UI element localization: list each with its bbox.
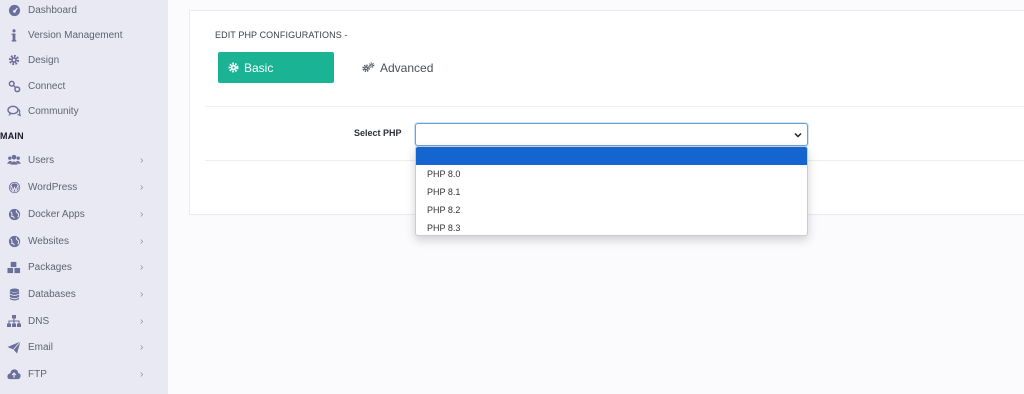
chevron-right-icon: › bbox=[140, 288, 144, 300]
chevron-right-icon: › bbox=[140, 261, 144, 273]
sidebar-item-packages[interactable]: Packages › bbox=[0, 255, 168, 279]
gear-icon bbox=[228, 62, 239, 73]
sidebar-item-design[interactable]: Design bbox=[0, 48, 168, 72]
sidebar-item-label: Packages bbox=[28, 261, 72, 273]
sidebar-item-label: Dashboard bbox=[28, 4, 77, 16]
sidebar-item-label: Websites bbox=[28, 235, 69, 247]
option-php-8-2[interactable]: PHP 8.2 bbox=[416, 201, 807, 219]
option-php-8-1[interactable]: PHP 8.1 bbox=[416, 183, 807, 201]
chevron-right-icon: › bbox=[140, 315, 144, 327]
page-title: EDIT PHP CONFIGURATIONS - bbox=[215, 30, 348, 40]
tab-basic[interactable]: Basic bbox=[218, 52, 334, 83]
sidebar-item-version-management[interactable]: Version Management bbox=[0, 23, 168, 47]
sidebar-item-databases[interactable]: Databases › bbox=[0, 282, 168, 306]
sidebar: Dashboard Version Management Design Conn… bbox=[0, 0, 168, 394]
divider bbox=[205, 106, 1024, 107]
sidebar-item-label: Users bbox=[28, 154, 55, 166]
sidebar-item-users[interactable]: Users › bbox=[0, 148, 168, 172]
sidebar-item-community[interactable]: Community bbox=[0, 99, 168, 123]
chevron-right-icon: › bbox=[140, 341, 144, 353]
sidebar-item-connect[interactable]: Connect bbox=[0, 74, 168, 98]
sidebar-item-label: WordPress bbox=[28, 181, 78, 193]
sidebar-item-label: Databases bbox=[28, 288, 76, 300]
sidebar-item-label: FTP bbox=[28, 368, 47, 380]
tab-advanced-label: Advanced bbox=[380, 60, 434, 75]
gears-icon bbox=[362, 62, 375, 73]
wordpress-icon bbox=[7, 180, 21, 194]
dashboard-icon bbox=[7, 3, 21, 17]
select-php-dropdown[interactable] bbox=[415, 123, 808, 146]
chevron-right-icon: › bbox=[140, 154, 144, 166]
sidebar-item-label: Email bbox=[28, 341, 54, 353]
chevron-right-icon: › bbox=[140, 235, 144, 247]
select-php-options: PHP 8.0 PHP 8.1 PHP 8.2 PHP 8.3 bbox=[415, 146, 808, 236]
sidebar-item-websites[interactable]: Websites › bbox=[0, 229, 168, 253]
chevron-right-icon: › bbox=[140, 181, 144, 193]
sidebar-item-ftp[interactable]: FTP › bbox=[0, 362, 168, 386]
option-empty[interactable] bbox=[416, 147, 807, 165]
tab-basic-label: Basic bbox=[244, 60, 274, 75]
sidebar-item-label: Community bbox=[28, 105, 79, 117]
chat-icon bbox=[7, 104, 21, 118]
sidebar-item-label: DNS bbox=[28, 315, 50, 327]
globe-icon bbox=[7, 234, 21, 248]
sidebar-item-dns[interactable]: DNS › bbox=[0, 309, 168, 333]
tab-advanced[interactable]: Advanced bbox=[362, 52, 433, 83]
info-icon bbox=[7, 28, 21, 42]
globe-icon bbox=[7, 207, 21, 221]
sidebar-item-wordpress[interactable]: WordPress › bbox=[0, 175, 168, 199]
cubes-icon bbox=[7, 260, 21, 274]
select-php-label: Select PHP bbox=[354, 128, 402, 138]
database-icon bbox=[7, 287, 21, 301]
users-icon bbox=[7, 153, 21, 167]
link-icon bbox=[7, 79, 21, 93]
sitemap-icon bbox=[7, 314, 21, 328]
option-php-8-3[interactable]: PHP 8.3 bbox=[416, 219, 807, 235]
sidebar-item-label: Version Management bbox=[28, 29, 123, 41]
chevron-down-icon bbox=[793, 128, 803, 140]
gear-icon bbox=[7, 53, 21, 67]
chevron-right-icon: › bbox=[140, 368, 144, 380]
option-php-8-0[interactable]: PHP 8.0 bbox=[416, 165, 807, 183]
paper-plane-icon bbox=[7, 340, 21, 354]
cloud-upload-icon bbox=[7, 367, 21, 381]
sidebar-item-label: Design bbox=[28, 54, 60, 66]
sidebar-item-dashboard[interactable]: Dashboard bbox=[0, 0, 168, 22]
sidebar-item-docker-apps[interactable]: Docker Apps › bbox=[0, 202, 168, 226]
chevron-right-icon: › bbox=[140, 208, 144, 220]
sidebar-item-label: Connect bbox=[28, 80, 66, 92]
sidebar-item-label: Docker Apps bbox=[28, 208, 85, 220]
sidebar-item-email[interactable]: Email › bbox=[0, 335, 168, 359]
sidebar-section-label: MAIN bbox=[0, 131, 24, 141]
